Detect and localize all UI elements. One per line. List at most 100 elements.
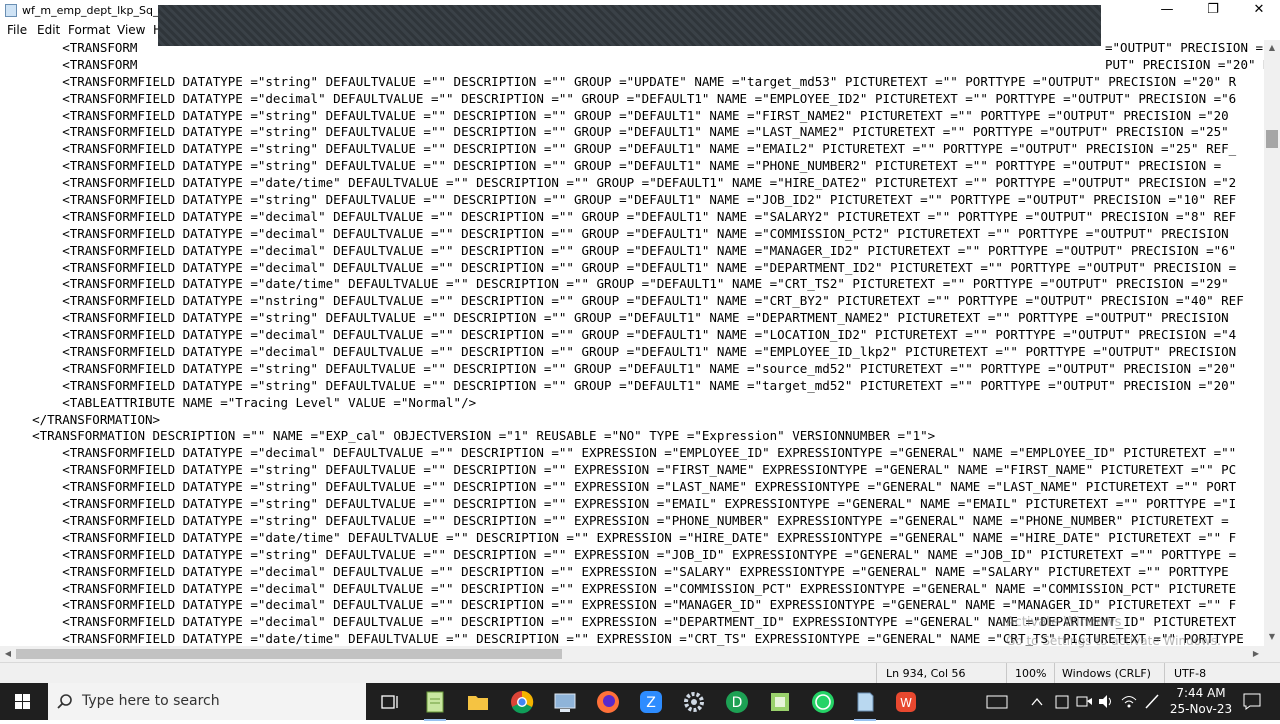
editor-line: <TRANSFORMFIELD DATATYPE ="string" DEFAU… [2,462,1237,478]
notepad-icon [857,692,874,712]
whatsapp-icon [812,691,834,713]
video-icon[interactable] [1074,683,1094,720]
svg-text:Z: Z [646,695,656,711]
minimize-button[interactable]: — [1144,0,1190,22]
editor-content: <TRANSFORM <TRANSFORM <TRANSFORMFIELD DA… [2,40,1244,646]
notepadpp-icon [426,691,444,713]
menu-file[interactable]: File [7,23,27,37]
zoom-level: 100% [1015,667,1047,680]
menu-view[interactable]: View [117,23,145,37]
keyboard-icon[interactable] [983,683,1011,720]
close-button[interactable]: ✕ [1236,0,1280,22]
status-separator [1006,663,1007,683]
taskbar-app-file-explorer[interactable] [463,687,493,717]
horizontal-scroll-thumb[interactable] [16,649,562,659]
editor-line: <TRANSFORMFIELD DATATYPE ="decimal" DEFA… [2,563,1229,579]
taskbar-app-settings[interactable] [679,687,709,717]
editor-line: <TRANSFORMFIELD DATATYPE ="string" DEFAU… [2,512,1229,528]
taskbar-app-notepadpp[interactable] [420,687,450,721]
status-separator [876,663,877,683]
device-icon[interactable] [1052,683,1072,720]
redaction-overlay [158,5,1101,46]
status-separator [1164,663,1165,683]
cursor-position: Ln 934, Col 56 [886,667,966,680]
taskbar-app-notepad[interactable] [850,687,880,721]
line-ending: Windows (CRLF) [1062,667,1151,680]
notification-icon[interactable] [1238,683,1266,720]
scroll-up-icon[interactable]: ▲ [1264,43,1280,52]
svg-text:W: W [900,696,912,710]
firefox-icon [597,691,619,713]
taskbar-app-d[interactable]: D [722,687,752,717]
editor-line: <TRANSFORMFIELD DATATYPE ="string" DEFAU… [2,124,1229,140]
editor-line: <TRANSFORMFIELD DATATYPE ="string" DEFAU… [2,310,1229,326]
taskbar-app-whatsapp[interactable] [808,687,838,717]
text-editor[interactable]: <TRANSFORM <TRANSFORM <TRANSFORMFIELD DA… [0,40,1264,646]
editor-line: <TRANSFORMFIELD DATATYPE ="decimal" DEFA… [2,580,1237,596]
window-title: wf_m_emp_dept_lkp_Sq_ov [22,4,172,17]
editor-line: <TRANSFORMFIELD DATATYPE ="decimal" DEFA… [2,242,1237,258]
editor-line: <TRANSFORMFIELD DATATYPE ="decimal" DEFA… [2,208,1237,224]
editor-line: <TRANSFORM [2,56,138,72]
network-app-icon [554,693,576,712]
scroll-right-icon[interactable]: ▶ [1248,649,1264,658]
taskbar-search[interactable]: Type here to search [48,683,366,720]
editor-line: <TRANSFORMFIELD DATATYPE ="string" DEFAU… [2,377,1237,393]
d-app-icon: D [726,691,748,713]
gear-icon [684,692,704,712]
maximize-icon: ❐ [1207,2,1219,17]
scroll-left-icon[interactable]: ◀ [0,649,16,658]
editor-line: <TABLEATTRIBUTE NAME ="Tracing Level" VA… [2,394,477,410]
status-separator [1054,663,1055,683]
watermark-subtitle: Go to Settings to activate Windows. [1006,634,1221,648]
editor-line: <TRANSFORMFIELD DATATYPE ="decimal" DEFA… [2,259,1237,275]
taskbar-app-zoom[interactable]: Z [636,687,666,717]
clock-time: 7:44 AM [1176,686,1226,700]
editor-line: <TRANSFORMFIELD DATATYPE ="decimal" DEFA… [2,225,1229,241]
menu-format[interactable]: Format [68,23,110,37]
taskbar: Type here to search Z D W 7:44 AM 25-Nov… [0,683,1280,721]
taskbar-app-wps[interactable]: W [891,687,921,717]
editor-line: <TRANSFORMFIELD DATATYPE ="decimal" DEFA… [2,327,1237,343]
taskbar-app-firefox[interactable] [593,687,623,717]
pen-icon[interactable] [1142,683,1162,720]
taskbar-app-network[interactable] [550,687,580,717]
zoom-icon: Z [640,691,662,713]
editor-line: <TRANSFORMFIELD DATATYPE ="string" DEFAU… [2,496,1237,512]
encoding: UTF-8 [1174,667,1207,680]
editor-line: <TRANSFORMFIELD DATATYPE ="decimal" DEFA… [2,344,1237,360]
line1-fragment: ="OUTPUT" PRECISION = [1105,40,1264,55]
editor-line: <TRANSFORMFIELD DATATYPE ="string" DEFAU… [2,192,1237,208]
wifi-icon[interactable] [1119,683,1139,720]
watermark-title: Activate Windows [1006,615,1122,630]
vertical-scrollbar[interactable]: ▲ ▼ [1264,40,1280,646]
editor-line: </TRANSFORMATION> [2,411,161,427]
svg-text:D: D [732,695,743,711]
menu-edit[interactable]: Edit [37,23,60,37]
start-button[interactable] [0,683,46,720]
folder-icon [468,696,488,710]
editor-line: <TRANSFORMATION DESCRIPTION ="" NAME ="E… [2,428,936,444]
chevron-up-icon[interactable] [1027,683,1047,720]
search-icon [57,694,72,709]
scroll-down-icon[interactable]: ▼ [1264,632,1280,641]
editor-line: <TRANSFORMFIELD DATATYPE ="date/time" DE… [2,175,1237,191]
vertical-scroll-thumb[interactable] [1266,130,1278,148]
taskbar-app-chrome[interactable] [507,687,537,717]
editor-line: <TRANSFORMFIELD DATATYPE ="date/time" DE… [2,276,1229,292]
minimize-icon: — [1160,2,1174,17]
maximize-button[interactable]: ❐ [1190,0,1236,22]
editor-line: <TRANSFORMFIELD DATATYPE ="string" DEFAU… [2,158,1222,174]
notepad-icon [5,4,17,17]
wps-icon: W [896,692,916,712]
editor-line: <TRANSFORMFIELD DATATYPE ="string" DEFAU… [2,107,1229,123]
taskbar-clock[interactable]: 7:44 AM 25-Nov-23 [1166,685,1236,717]
windows-icon [15,694,30,709]
volume-icon[interactable] [1096,683,1116,720]
editor-line: <TRANSFORMFIELD DATATYPE ="decimal" DEFA… [2,445,1237,461]
task-view-button[interactable] [375,687,405,717]
editor-line: <TRANSFORMFIELD DATATYPE ="string" DEFAU… [2,360,1237,376]
taskbar-app-editor[interactable] [765,687,795,717]
editor-line: <TRANSFORMFIELD DATATYPE ="decimal" DEFA… [2,90,1237,106]
search-placeholder: Type here to search [82,693,220,709]
